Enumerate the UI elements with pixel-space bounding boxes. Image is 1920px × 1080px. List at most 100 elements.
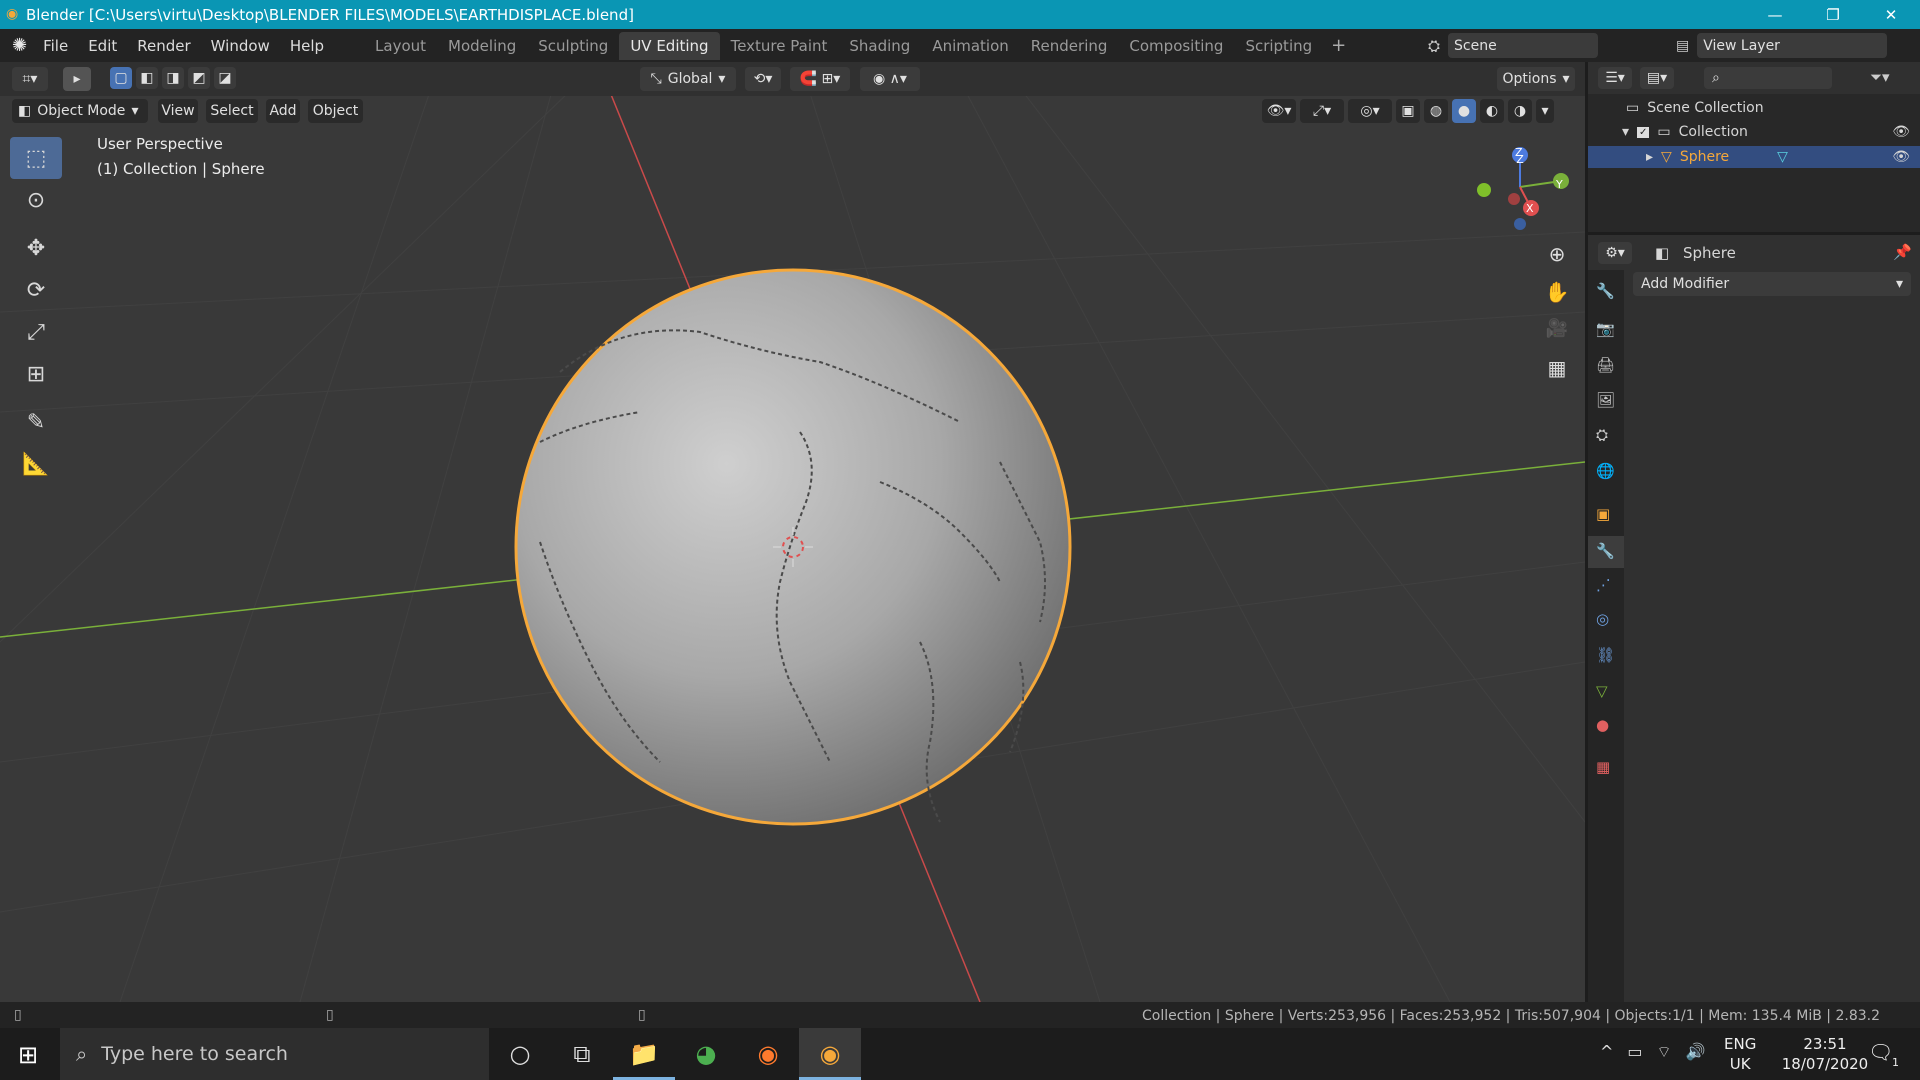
wireframe-shading-icon[interactable]: ◍	[1424, 99, 1448, 123]
add-workspace-icon[interactable]: +	[1323, 35, 1354, 56]
tab-animation[interactable]: Animation	[921, 32, 1019, 60]
rotate-tool-icon[interactable]: ⟳	[10, 269, 62, 311]
pin-icon[interactable]: 📌	[1893, 243, 1912, 261]
mesh-data-tab-icon[interactable]: ▽	[1596, 682, 1608, 700]
pivot-point-icon[interactable]: ⟲▾	[745, 67, 781, 91]
notification-icon[interactable]: 🗨	[1868, 1040, 1893, 1064]
camera-view-icon[interactable]: 🎥	[1543, 318, 1571, 339]
eye-icon[interactable]: 👁	[1892, 124, 1910, 140]
language-indicator[interactable]: ENG UK	[1724, 1034, 1756, 1074]
world-tab-icon[interactable]: 🌐	[1596, 462, 1615, 480]
maximize-button[interactable]: ❐	[1804, 0, 1862, 29]
chrome-icon[interactable]: ◕	[675, 1028, 737, 1080]
transform-orientation-dropdown[interactable]: ⤡ Global ▾	[640, 67, 736, 91]
expand-arrow-icon[interactable]: ▾	[1622, 124, 1629, 140]
gizmo-z-text[interactable]: Z	[1515, 146, 1523, 159]
minimize-button[interactable]: —	[1746, 0, 1804, 29]
view-layer-icon[interactable]: ▤	[1676, 38, 1689, 54]
filter-icon[interactable]: ⏷▾	[1870, 68, 1890, 86]
xray-toggle-icon[interactable]: ▣	[1396, 99, 1420, 123]
clock[interactable]: 23:51 18/07/2020	[1780, 1034, 1870, 1074]
modifier-tab[interactable]: 🔧	[1588, 536, 1624, 568]
checkbox-icon[interactable]: ✓	[1637, 126, 1650, 138]
visibility-icon[interactable]: 👁▾	[1262, 99, 1296, 123]
tab-compositing[interactable]: Compositing	[1118, 32, 1234, 60]
shading-options-icon[interactable]: ▾	[1536, 99, 1554, 123]
render-tab-icon[interactable]: 📷	[1596, 320, 1615, 338]
scene-collection-row[interactable]: ▭ Scene Collection	[1626, 100, 1764, 116]
tool-tab-icon[interactable]: 🔧	[1596, 282, 1615, 300]
material-shading-icon[interactable]: ◐	[1480, 99, 1504, 123]
menu-select[interactable]: Select	[206, 99, 258, 123]
select-mode-new-icon[interactable]: ▢	[110, 67, 132, 89]
tab-texture-paint[interactable]: Texture Paint	[720, 32, 839, 60]
task-view-icon[interactable]: ⧉	[551, 1028, 613, 1080]
windows-start-icon[interactable]: ⊞	[18, 1041, 38, 1069]
editor-type-icon[interactable]: ⌗▾	[12, 67, 48, 91]
select-mode-subtract-icon[interactable]: ◨	[162, 67, 184, 89]
options-dropdown[interactable]: Options ▾	[1497, 67, 1575, 91]
output-tab-icon[interactable]: 🖨	[1596, 356, 1615, 374]
menu-view[interactable]: View	[158, 99, 198, 123]
blender-menu-icon[interactable]: ✺	[12, 35, 27, 56]
collection-row[interactable]: ▾ ✓ ▭ Collection 👁	[1622, 124, 1920, 140]
tab-sculpting[interactable]: Sculpting	[527, 32, 619, 60]
solid-shading-icon[interactable]: ●	[1452, 99, 1476, 123]
close-button[interactable]: ✕	[1862, 0, 1920, 29]
zoom-icon[interactable]: ⊕	[1543, 242, 1571, 266]
mesh-data-icon[interactable]: ▽	[1777, 149, 1788, 165]
transform-tool-icon[interactable]: ⊞	[10, 353, 62, 395]
outliner-editor-type-icon[interactable]: ☰▾	[1598, 67, 1632, 89]
file-explorer-icon[interactable]: 📁	[613, 1028, 675, 1080]
menu-object[interactable]: Object	[308, 99, 363, 123]
gizmo-toggle-icon[interactable]: ⤢▾	[1300, 99, 1344, 123]
menu-render[interactable]: Render	[127, 37, 200, 55]
material-tab-icon[interactable]: ●	[1596, 716, 1609, 734]
particles-tab-icon[interactable]: ⋰	[1596, 576, 1611, 594]
mode-dropdown[interactable]: ◧ Object Mode ▾	[12, 99, 148, 123]
view-layer-tab-icon[interactable]: 🖼	[1596, 391, 1615, 409]
annotate-tool-icon[interactable]: ✎	[10, 401, 62, 443]
rendered-shading-icon[interactable]: ◑	[1508, 99, 1532, 123]
volume-icon[interactable]: 🔊	[1686, 1042, 1706, 1062]
3d-viewport[interactable]: Z User Perspective (1) Collection | Sphe…	[0, 62, 1585, 1002]
view-layer-selector[interactable]: View Layer	[1697, 33, 1888, 58]
display-mode-icon[interactable]: ▤▾	[1640, 67, 1674, 89]
constraints-tab-icon[interactable]: ⛓	[1596, 646, 1615, 664]
menu-add[interactable]: Add	[266, 99, 300, 123]
pan-hand-icon[interactable]: ✋	[1543, 280, 1571, 304]
tab-shading[interactable]: Shading	[838, 32, 921, 60]
firefox-icon[interactable]: ◉	[737, 1028, 799, 1080]
object-tab-icon[interactable]: ▣	[1596, 505, 1610, 523]
measure-tool-icon[interactable]: 📐	[10, 443, 62, 485]
scale-tool-icon[interactable]: ⤢	[10, 311, 62, 353]
taskbar-search-input[interactable]: ⌕ Type here to search	[60, 1028, 489, 1080]
tab-modeling[interactable]: Modeling	[437, 32, 527, 60]
expand-arrow-icon[interactable]: ▸	[1646, 149, 1653, 165]
cortana-icon[interactable]: ○	[489, 1028, 551, 1080]
gizmo-x-text[interactable]: X	[1526, 202, 1534, 215]
tab-uv-editing[interactable]: UV Editing	[619, 31, 720, 60]
battery-icon[interactable]: ▭	[1627, 1042, 1642, 1062]
add-modifier-dropdown[interactable]: Add Modifier ▾	[1633, 272, 1911, 296]
tray-expand-icon[interactable]: ^	[1600, 1042, 1613, 1062]
snap-icon[interactable]: 🧲 ⊞▾	[790, 67, 850, 91]
grid-toggle-icon[interactable]: ▦	[1543, 356, 1571, 380]
tab-rendering[interactable]: Rendering	[1020, 32, 1119, 60]
select-mode-intersect-icon[interactable]: ◪	[214, 67, 236, 89]
cursor-tool-icon[interactable]: ⊙	[10, 179, 62, 221]
properties-editor-type-icon[interactable]: ⚙▾	[1598, 242, 1632, 264]
scene-icon[interactable]: ⛭	[1428, 37, 1440, 55]
sphere-row[interactable]: ▸ ▽ Sphere ▽ 👁	[1588, 146, 1920, 168]
wifi-icon[interactable]: ⌔	[1657, 1042, 1672, 1062]
select-mode-extend-icon[interactable]: ◧	[136, 67, 158, 89]
menu-help[interactable]: Help	[280, 37, 334, 55]
scene-selector[interactable]: Scene	[1448, 33, 1599, 58]
gizmo-y-text[interactable]: Y	[1556, 178, 1563, 191]
outliner-search-input[interactable]: ⌕	[1704, 67, 1832, 89]
menu-window[interactable]: Window	[201, 37, 280, 55]
proportional-edit-icon[interactable]: ◉ ∧▾	[860, 67, 920, 91]
menu-file[interactable]: File	[33, 37, 78, 55]
select-box-tool-icon[interactable]: ⬚	[10, 137, 62, 179]
physics-tab-icon[interactable]: ◎	[1596, 610, 1609, 628]
